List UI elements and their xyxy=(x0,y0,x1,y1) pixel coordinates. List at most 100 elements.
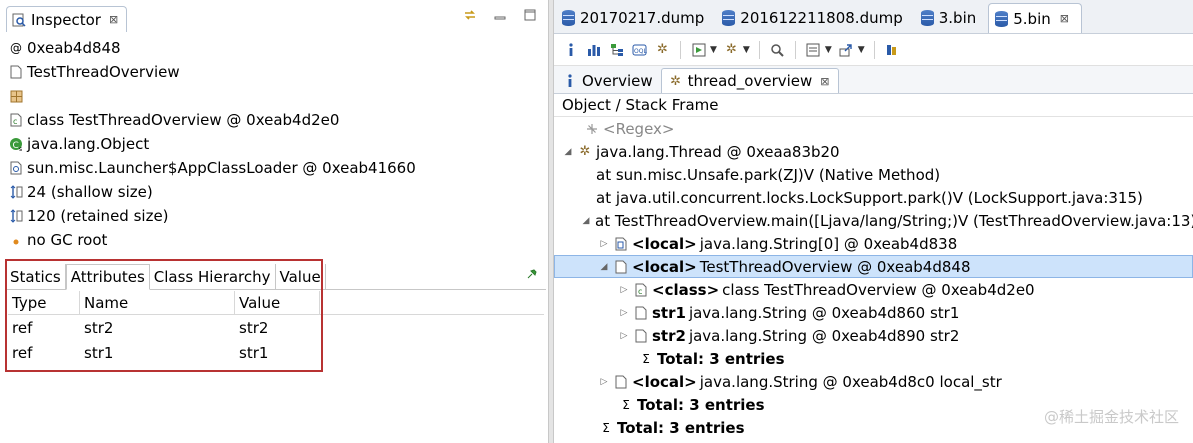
info-icon[interactable] xyxy=(562,41,579,58)
tree-row-thread[interactable]: ◢ ✲ java.lang.Thread @ 0xeaa83b20 xyxy=(554,140,1193,163)
at-icon: @ xyxy=(10,41,22,55)
collapse-icon[interactable]: ◢ xyxy=(562,147,574,157)
tree-row-local-selected[interactable]: ◢ <local> TestThreadOverview @ 0xeab4d84… xyxy=(554,255,1193,278)
tab-attributes[interactable]: Attributes xyxy=(65,264,150,290)
editor-tabbar: 20170217.dump 201612211808.dump 3.bin 5.… xyxy=(554,0,1193,34)
property-class-name[interactable]: TestThreadOverview xyxy=(8,60,538,84)
watermark: @稀土掘金技术社区 xyxy=(1043,408,1179,426)
object-icon xyxy=(633,328,649,344)
pin-tab-icon[interactable] xyxy=(884,41,901,58)
editor-inner-tabs: Overview ✲ thread_overview ⊠ xyxy=(554,66,1193,94)
tab-5-bin[interactable]: 5.bin ⊠ xyxy=(988,3,1082,33)
tab-class-hierarchy[interactable]: Class Hierarchy xyxy=(150,264,276,290)
chevron-down-icon[interactable]: ▼ xyxy=(825,45,832,55)
oql-icon[interactable]: OQL xyxy=(631,41,648,58)
thread-overview-icon[interactable]: ✲ xyxy=(654,41,671,58)
gc-root-icon xyxy=(8,232,24,248)
sum-icon: Σ xyxy=(642,351,650,366)
property-address[interactable]: @ 0xeab4d848 xyxy=(8,36,538,60)
info-icon xyxy=(562,73,578,89)
dominator-tree-icon[interactable] xyxy=(608,41,625,58)
property-class[interactable]: c class TestThreadOverview @ 0xeab4d2e0 xyxy=(8,108,538,132)
table-row[interactable]: ref str1 str1 xyxy=(8,340,544,365)
expand-icon[interactable]: ▷ xyxy=(618,331,630,341)
chevron-down-icon[interactable]: ▼ xyxy=(710,45,717,55)
svg-text:OQL: OQL xyxy=(634,48,647,55)
run-report-icon[interactable] xyxy=(690,41,707,58)
class-file-icon xyxy=(8,64,24,80)
inspector-actions xyxy=(462,7,538,23)
tab-3-bin[interactable]: 3.bin xyxy=(915,3,989,33)
chevron-down-icon[interactable]: ▼ xyxy=(858,45,865,55)
object-icon xyxy=(613,374,629,390)
database-icon xyxy=(562,10,575,26)
inspector-tab[interactable]: Inspector ⊠ xyxy=(6,6,128,32)
close-icon[interactable]: ⊠ xyxy=(1060,12,1069,25)
collapse-icon[interactable]: ◢ xyxy=(580,216,592,226)
tree-row-local[interactable]: ▷ <local> java.lang.String @ 0xeab4d8c0 … xyxy=(554,370,1193,393)
tree-row-total: Σ Total: 3 entries xyxy=(554,347,1193,370)
database-icon xyxy=(920,10,934,26)
pin-icon[interactable] xyxy=(526,268,538,283)
expand-icon[interactable]: ▷ xyxy=(618,285,630,295)
search-icon[interactable] xyxy=(769,41,786,58)
tree-row-field-str2[interactable]: ▷ str2 java.lang.String @ 0xeab4d890 str… xyxy=(554,324,1193,347)
tab-20170217-dump[interactable]: 20170217.dump xyxy=(556,3,716,33)
export-icon[interactable] xyxy=(838,41,855,58)
property-superclass[interactable]: Cs java.lang.Object xyxy=(8,132,538,156)
size-icon xyxy=(8,184,24,200)
property-classloader[interactable]: sun.misc.Launcher$AppClassLoader @ 0xeab… xyxy=(8,156,538,180)
expand-icon[interactable]: ▷ xyxy=(598,377,610,387)
object-icon xyxy=(613,259,629,275)
sum-icon: Σ xyxy=(622,397,630,412)
database-icon xyxy=(722,10,736,26)
heap-editor: 20170217.dump 201612211808.dump 3.bin 5.… xyxy=(554,0,1193,443)
column-value[interactable]: Value xyxy=(235,290,320,315)
column-type[interactable]: Type xyxy=(8,290,80,315)
tree-row-frame[interactable]: at sun.misc.Unsafe.park(ZJ)V (Native Met… xyxy=(554,163,1193,186)
tab-value[interactable]: Value xyxy=(276,264,326,290)
class-icon: c xyxy=(633,282,649,298)
property-retained-size[interactable]: 120 (retained size) xyxy=(8,204,538,228)
expand-icon[interactable]: ▷ xyxy=(618,308,630,318)
inspector-icon xyxy=(11,12,27,28)
attributes-table: Type Name Value ref str2 str2 ref str1 s… xyxy=(8,290,544,365)
tree-row-frame[interactable]: at java.util.concurrent.locks.LockSuppor… xyxy=(554,186,1193,209)
column-object-stack-frame[interactable]: Object / Stack Frame xyxy=(554,94,1193,117)
svg-text:c: c xyxy=(13,117,17,126)
column-name[interactable]: Name xyxy=(80,290,235,315)
tab-statics[interactable]: Statics xyxy=(6,264,66,290)
svg-text:s: s xyxy=(19,146,22,152)
array-icon xyxy=(613,236,629,252)
calculate-icon[interactable] xyxy=(805,41,822,58)
query-browser-icon[interactable]: ✲ xyxy=(723,41,740,58)
expand-icon[interactable]: ▷ xyxy=(598,239,610,249)
class-icon: c xyxy=(8,112,24,128)
tab-overview[interactable]: Overview xyxy=(556,68,661,93)
inspector-title: Inspector xyxy=(31,10,101,29)
inspector-properties: @ 0xeab4d848 TestThreadOverview c class … xyxy=(8,36,538,252)
close-icon[interactable]: ⊠ xyxy=(820,75,829,88)
tree-row-class[interactable]: ▷ c <class> class TestThreadOverview @ 0… xyxy=(554,278,1193,301)
table-row[interactable]: ref str2 str2 xyxy=(8,315,544,340)
chevron-down-icon[interactable]: ▼ xyxy=(743,45,750,55)
histogram-icon[interactable] xyxy=(585,41,602,58)
tree-row-local[interactable]: ▷ <local> java.lang.String[0] @ 0xeab4d8… xyxy=(554,232,1193,255)
tab-thread-overview[interactable]: ✲ thread_overview ⊠ xyxy=(660,68,839,93)
collapse-icon[interactable]: ◢ xyxy=(598,262,610,272)
maximize-icon[interactable] xyxy=(522,7,538,23)
tree-row-field-str1[interactable]: ▷ str1 java.lang.String @ 0xeab4d860 str… xyxy=(554,301,1193,324)
regex-filter-row[interactable]: <Regex> xyxy=(554,117,1193,140)
property-gc-root[interactable]: no GC root xyxy=(8,228,538,252)
property-package[interactable] xyxy=(8,84,538,108)
table-header: Type Name Value xyxy=(8,290,544,315)
inspector-tabbar: Inspector ⊠ xyxy=(0,0,548,32)
thread-overview-icon: ✲ xyxy=(670,73,682,89)
tab-201612211808-dump[interactable]: 201612211808.dump xyxy=(716,3,914,33)
sync-icon[interactable] xyxy=(462,7,478,23)
tree-row-frame[interactable]: ◢ at TestThreadOverview.main([Ljava/lang… xyxy=(554,209,1193,232)
close-icon[interactable]: ⊠ xyxy=(109,13,118,26)
svg-text:c: c xyxy=(638,287,642,296)
property-shallow-size[interactable]: 24 (shallow size) xyxy=(8,180,538,204)
minimize-icon[interactable] xyxy=(492,7,508,23)
